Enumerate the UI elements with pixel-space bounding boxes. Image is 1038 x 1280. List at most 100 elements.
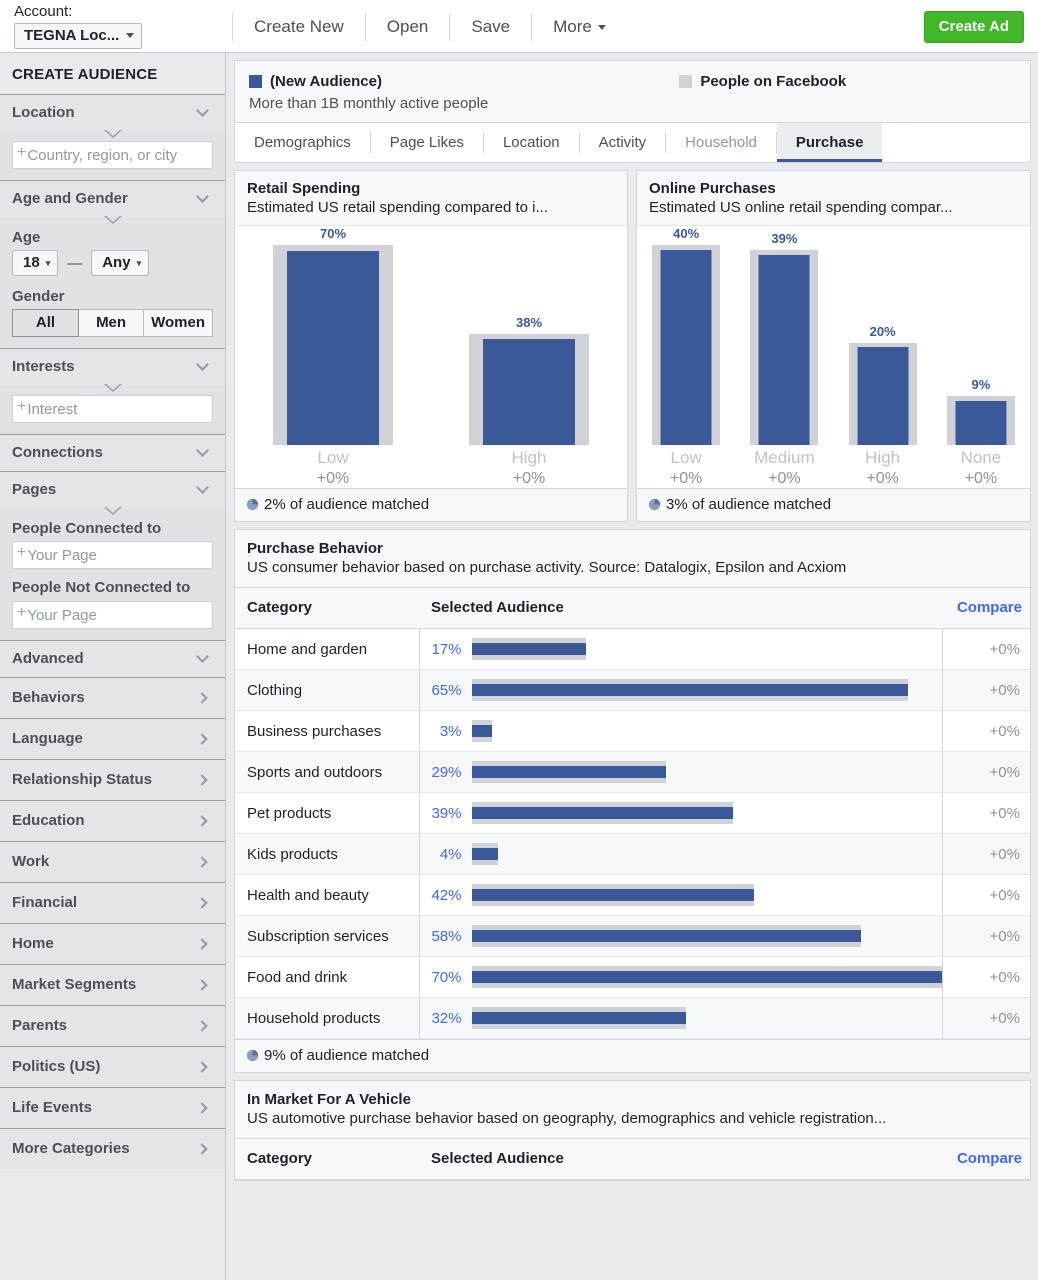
account-selector-value: TEGNA Loc... [24,27,120,44]
audience-bar [471,684,908,696]
row-category: Kids products [235,833,420,875]
pie-chart-icon [246,1049,259,1062]
plus-icon: + [17,398,27,415]
sidebar-section-age-gender[interactable]: Age and Gender [0,180,225,217]
interest-input[interactable]: + Interest [12,395,213,423]
row-value-cell: 3% [419,710,942,752]
create-ad-button[interactable]: Create Ad [923,11,1024,43]
purchase-behavior-table: Category Selected Audience Compare Home … [235,587,1030,1039]
sidebar-section-pages[interactable]: Pages [0,471,225,508]
sidebar-category-list: Behaviors Language Relationship Status Educ… [0,677,225,1169]
retail-spending-bars: 70% Low +0% 38% High +0% [235,226,627,488]
sidebar-category-more-categories[interactable]: More Categories [0,1128,225,1169]
sidebar-section-pages-label: Pages [12,481,57,498]
account-block: Account: TEGNA Loc... [14,3,143,49]
online-purchases-header: Online Purchases Estimated US online ret… [637,171,1030,226]
row-value-cell: 70% [419,956,942,998]
gender-option-women[interactable]: Women [143,309,213,337]
row-value-cell: 4% [419,833,942,875]
sidebar-section-location[interactable]: Location [0,94,225,131]
purchase-behavior-subtitle: US consumer behavior based on purchase a… [247,559,847,576]
sidebar-section-location-label: Location [12,104,75,121]
account-selector[interactable]: TEGNA Loc... [14,23,143,49]
legend-series-a: (New Audience) More than 1B monthly acti… [249,73,488,112]
audience-bar [955,401,1007,445]
row-value-cell: 39% [419,792,942,834]
create-new-label: Create New [254,17,344,36]
sidebar-section-age-gender-label: Age and Gender [12,190,128,207]
age-range: 18 ▾ — Any ▾ [12,250,213,276]
sidebar-category-life-events[interactable]: Life Events [0,1087,225,1128]
chevron-down-icon [196,358,209,371]
sidebar-category-financial[interactable]: Financial [0,882,225,923]
location-body: + Country, region, or city [0,129,225,180]
online-purchases-title: Online Purchases [649,180,776,197]
chevron-right-icon [196,732,208,745]
sidebar-category-market-segments[interactable]: Market Segments [0,964,225,1005]
column-header-compare[interactable]: Compare [942,587,1030,629]
sidebar-section-connections[interactable]: Connections [0,434,225,471]
open-button[interactable]: Open [366,13,450,41]
row-percent: 32% [431,1009,462,1027]
column-header-category: Category [235,1138,419,1180]
sidebar-category-education[interactable]: Education [0,800,225,841]
create-audience-sidebar: CREATE AUDIENCE Location + Country, regi… [0,53,226,1280]
sidebar-category-language[interactable]: Language [0,718,225,759]
online-purchases-footer: 3% of audience matched [637,488,1030,521]
stepper-arrows-icon: ▾ [136,257,142,268]
tab-label: Page Likes [389,134,464,151]
interests-body: + Interest [0,383,225,434]
row-percent: 4% [439,845,462,863]
row-category: Subscription services [235,915,420,957]
sidebar-category-work[interactable]: Work [0,841,225,882]
row-percent: 58% [431,927,462,945]
in-market-vehicle-subtitle: US automotive purchase behavior based on… [247,1110,887,1127]
in-market-vehicle-header: In Market For A Vehicle US automotive pu… [235,1081,1030,1138]
legend-label-new-audience: (New Audience) [270,73,382,90]
column-header-category: Category [235,587,419,629]
table-row: Clothing 65% +0% [235,669,1030,711]
sidebar-section-interests[interactable]: Interests [0,348,225,385]
audience-bar [471,643,586,655]
people-connected-input[interactable]: + Your Page [12,541,213,569]
audience-bar [471,807,734,819]
sidebar-category-parents[interactable]: Parents [0,1005,225,1046]
sidebar-category-home[interactable]: Home [0,923,225,964]
gender-option-men[interactable]: Men [78,309,145,337]
bar-delta-label: +0% [512,470,546,487]
chevron-down-icon [196,650,209,663]
tab-household[interactable]: Household [666,123,776,162]
bar-delta-label: +0% [866,470,899,487]
tab-location[interactable]: Location [484,123,579,162]
tab-purchase[interactable]: Purchase [776,123,883,162]
sidebar-category-relationship-status[interactable]: Relationship Status [0,759,225,800]
column-header-compare[interactable]: Compare [942,1138,1030,1180]
age-min-stepper[interactable]: 18 ▾ [12,250,59,276]
save-button[interactable]: Save [450,13,531,41]
create-new-button[interactable]: Create New [233,13,365,41]
chevron-down-icon [196,481,209,494]
sidebar-category-label: Relationship Status [12,771,153,788]
tab-label: Demographics [254,134,351,151]
audience-bar [471,971,942,983]
bar-group-high: 38% High +0% [431,226,627,488]
sidebar-category-label: Language [12,730,83,747]
people-not-connected-input[interactable]: + Your Page [12,601,213,629]
row-percent: 42% [431,886,462,904]
bar-delta-label: +0% [316,470,350,487]
row-delta: +0% [941,792,1030,834]
row-category: Health and beauty [235,874,420,916]
age-max-stepper[interactable]: Any ▾ [91,250,150,276]
tab-demographics[interactable]: Demographics [235,123,370,162]
sidebar-category-behaviors[interactable]: Behaviors [0,677,225,718]
sidebar-section-advanced[interactable]: Advanced [0,640,225,677]
location-input[interactable]: + Country, region, or city [12,141,213,169]
tab-page-likes[interactable]: Page Likes [371,123,483,162]
purchase-behavior-rows: Home and garden 17% +0% Clothing 65% +0% Busin… [235,628,1030,1039]
plus-icon: + [17,604,27,621]
sidebar-section-interests-label: Interests [12,358,75,375]
sidebar-category-politics-us[interactable]: Politics (US) [0,1046,225,1087]
tab-activity[interactable]: Activity [580,123,666,162]
gender-option-all[interactable]: All [12,309,80,337]
more-button[interactable]: More [532,13,627,41]
